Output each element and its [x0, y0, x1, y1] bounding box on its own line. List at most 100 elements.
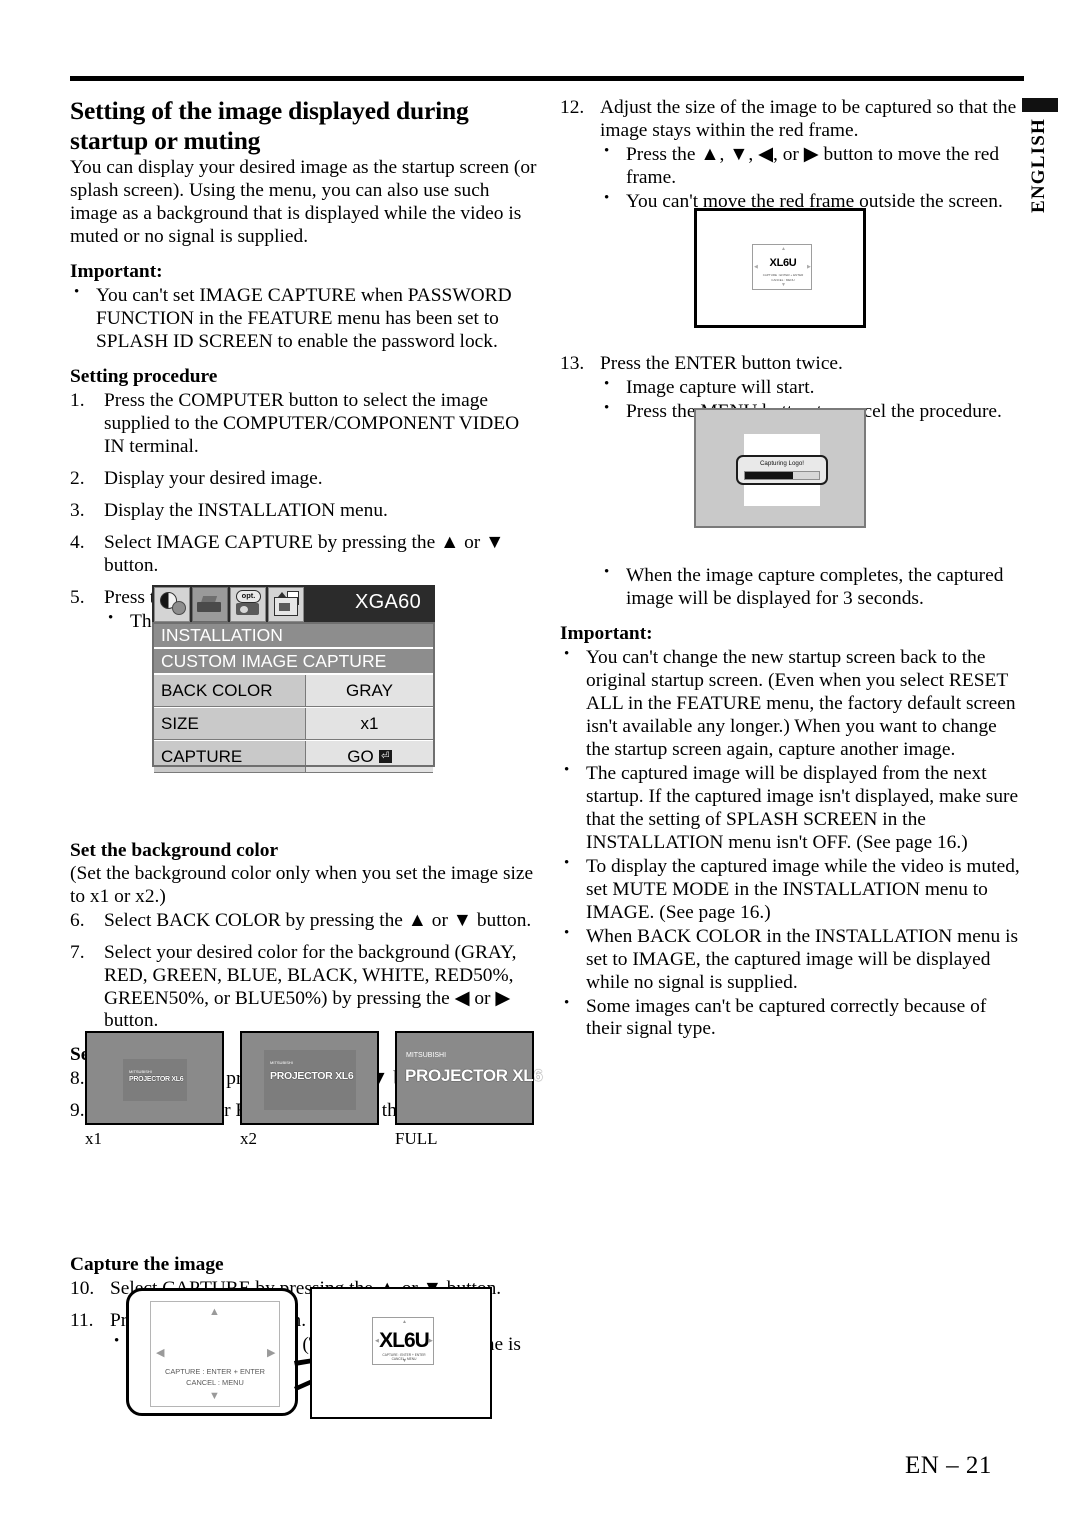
- step-12: 12. Adjust the size of the image to be c…: [560, 97, 1022, 214]
- sample-screen-full: MITSUBISHI PROJECTOR XL6: [395, 1031, 543, 1125]
- capture-frame: ▲ ▼ ◀ ▶ XL6U CAPTURE : ENTER + ENTER CAN…: [752, 244, 812, 290]
- step-text: Display the INSTALLATION menu.: [104, 499, 388, 521]
- bullet-icon: •: [604, 399, 610, 416]
- capture-hint-line1: CAPTURE : ENTER + ENTER: [165, 1367, 265, 1376]
- right-arrow-icon: ▶: [267, 1347, 276, 1359]
- step-2: 2. Display your desired image.: [70, 468, 540, 491]
- logo-text: PROJECTOR XL6: [405, 1066, 543, 1085]
- step-number: 12.: [560, 97, 585, 118]
- osd-menu-mockup: opt. XGA60 INSTALLATION CUSTOM IMAGE CAP…: [152, 585, 435, 773]
- osd-signal-mode: XGA60: [355, 591, 421, 613]
- page-title: Setting of the image displayed during st…: [70, 96, 469, 155]
- important-heading-right: Important:: [560, 622, 653, 644]
- background-color-note: (Set the background color only when you …: [70, 862, 534, 907]
- setting-procedure-heading: Setting procedure: [70, 365, 218, 387]
- up-arrow-icon: [278, 592, 286, 597]
- background-color-steps: 6. Select BACK COLOR by pressing the ▲ o…: [70, 910, 540, 1034]
- bullet-icon: •: [564, 761, 570, 778]
- right-procedure-steps: 12. Adjust the size of the image to be c…: [560, 97, 1022, 214]
- step-7: 7. Select your desired color for the bac…: [70, 942, 540, 1034]
- opt-bubble-icon: opt.: [236, 590, 261, 603]
- step-number: 6.: [70, 909, 85, 931]
- logo-text: PROJECTOR XL6: [129, 1076, 184, 1083]
- capture-frame-screen-diagram: ▲ ▼ ◀ ▶ XL6U CAPTURE : ENTER + ENTER CAN…: [694, 208, 866, 328]
- step-1: 1. Press the COMPUTER button to select t…: [70, 390, 540, 459]
- step-number: 1.: [70, 389, 85, 411]
- projected-screen: ▲ ▼ ◀ ▶ XL6U CAPTURE : ENTER + ENTER CAN…: [310, 1287, 492, 1419]
- list-item: • When BACK COLOR in the INSTALLATION me…: [560, 925, 1022, 995]
- step-3: 3. Display the INSTALLATION menu.: [70, 500, 540, 523]
- osd-value: GRAY: [306, 675, 433, 706]
- bullet-icon: •: [564, 645, 570, 662]
- step-number: 11.: [70, 1310, 94, 1332]
- important-list-left: • You can't set IMAGE CAPTURE when PASSW…: [70, 284, 540, 354]
- signal-tab-icon[interactable]: [192, 587, 228, 622]
- background-color-heading: Set the background color: [70, 839, 279, 861]
- step-number: 5.: [70, 586, 85, 608]
- logo-mark: MITSUBISHI: [406, 1052, 447, 1059]
- capturing-progress-diagram: Capturing Logo!: [694, 408, 866, 528]
- sample-caption-x1: x1: [85, 1129, 102, 1148]
- bullet-icon: •: [604, 189, 610, 206]
- bullet-text: The captured image will be displayed fro…: [586, 762, 1019, 853]
- capture-image-heading: Capture the image: [70, 1254, 224, 1276]
- osd-row-back-color[interactable]: BACK COLOR GRAY: [154, 675, 433, 707]
- installation-screen-inner-icon: [279, 603, 290, 611]
- bullet-icon: •: [108, 609, 114, 626]
- list-item: • When the image capture completes, the …: [600, 564, 1022, 611]
- list-item: • Image capture will start.: [600, 376, 1022, 400]
- down-arrow-icon: ▼: [209, 1390, 220, 1402]
- osd-submenu-title: CUSTOM IMAGE CAPTURE: [154, 649, 433, 674]
- osd-row-size[interactable]: SIZE x1: [154, 708, 433, 740]
- step-number: 10.: [70, 1278, 95, 1300]
- red-frame-callout-diagram: ▲ ▼ ◀ ▶ CAPTURE : ENTER + ENTER CANCEL :…: [126, 1287, 492, 1421]
- bullet-icon: •: [114, 1333, 120, 1350]
- step-text: Adjust the size of the image to be captu…: [600, 97, 1017, 141]
- captured-logo-text: XL6U: [379, 1329, 430, 1352]
- step-number: 13.: [560, 352, 585, 374]
- bullet-icon: •: [604, 142, 610, 159]
- osd-value: GO ⏎: [306, 741, 433, 772]
- projector-base-icon: [197, 602, 221, 612]
- capture-hint-small-line1: CAPTURE : ENTER + ENTER: [382, 1353, 426, 1357]
- sample-screen-x1: MITSUBISHI PROJECTOR XL6: [85, 1031, 224, 1125]
- list-item: • Press the ▲, ▼, ◀, or ▶ button to move…: [600, 142, 1022, 190]
- osd-label: SIZE: [154, 708, 306, 739]
- zoom-callout-bubble: ▲ ▼ ◀ ▶ CAPTURE : ENTER + ENTER CANCEL :…: [126, 1288, 298, 1416]
- important-bullet-text: You can't set IMAGE CAPTURE when PASSWOR…: [96, 284, 512, 352]
- step-text: Press the COMPUTER button to select the …: [104, 389, 520, 457]
- capture-hint-text: CAPTURE : ENTER + ENTER CANCEL : MENU: [150, 1367, 280, 1388]
- left-arrow-icon: ◀: [156, 1347, 165, 1359]
- page-footer: EN – 21: [905, 1452, 992, 1479]
- step-number: 7.: [70, 941, 85, 963]
- step-text: Select BACK COLOR by pressing the ▲ or ▼…: [104, 909, 532, 931]
- image-tab-icon[interactable]: [154, 587, 190, 622]
- bullet-text: When BACK COLOR in the INSTALLATION menu…: [586, 925, 1018, 993]
- bullet-text: You can't change the new startup screen …: [586, 646, 1016, 760]
- step-number: 4.: [70, 531, 85, 553]
- language-tab-label: ENGLISH: [1028, 118, 1049, 213]
- enter-key-icon: ⏎: [378, 750, 392, 763]
- capturing-dialog-title: Capturing Logo!: [759, 460, 805, 467]
- osd-label: BACK COLOR: [154, 675, 306, 706]
- osd-row-capture[interactable]: CAPTURE GO ⏎: [154, 741, 433, 773]
- list-item: • To display the captured image while th…: [560, 855, 1022, 925]
- bullet-text: When the image capture completes, the ca…: [626, 564, 1004, 609]
- step-12-bullets: • Press the ▲, ▼, ◀, or ▶ button to move…: [600, 142, 1022, 214]
- installation-tab-icon[interactable]: [268, 587, 304, 622]
- step-6: 6. Select BACK COLOR by pressing the ▲ o…: [70, 910, 540, 933]
- header-rule: [70, 76, 1024, 81]
- logo-mark: MITSUBISHI: [270, 1060, 293, 1065]
- bullet-icon: •: [564, 994, 570, 1011]
- bullet-text: Image capture will start.: [626, 376, 815, 398]
- brightness-sun-icon: [172, 601, 186, 615]
- osd-menu-title: INSTALLATION: [154, 623, 433, 648]
- sample-caption-x2: x2: [240, 1129, 257, 1148]
- option-tab-icon[interactable]: opt.: [230, 587, 266, 622]
- manual-page: ENGLISH Setting of the image displayed d…: [0, 0, 1080, 1528]
- down-arrow-icon: ▼: [781, 283, 786, 288]
- image-size-samples: MITSUBISHI PROJECTOR XL6 MITSUBISHI PROJ…: [85, 1031, 545, 1151]
- important-list-right: • You can't change the new startup scree…: [560, 645, 1022, 1042]
- important-heading-left: Important:: [70, 261, 163, 283]
- osd-go-label: GO: [347, 746, 374, 766]
